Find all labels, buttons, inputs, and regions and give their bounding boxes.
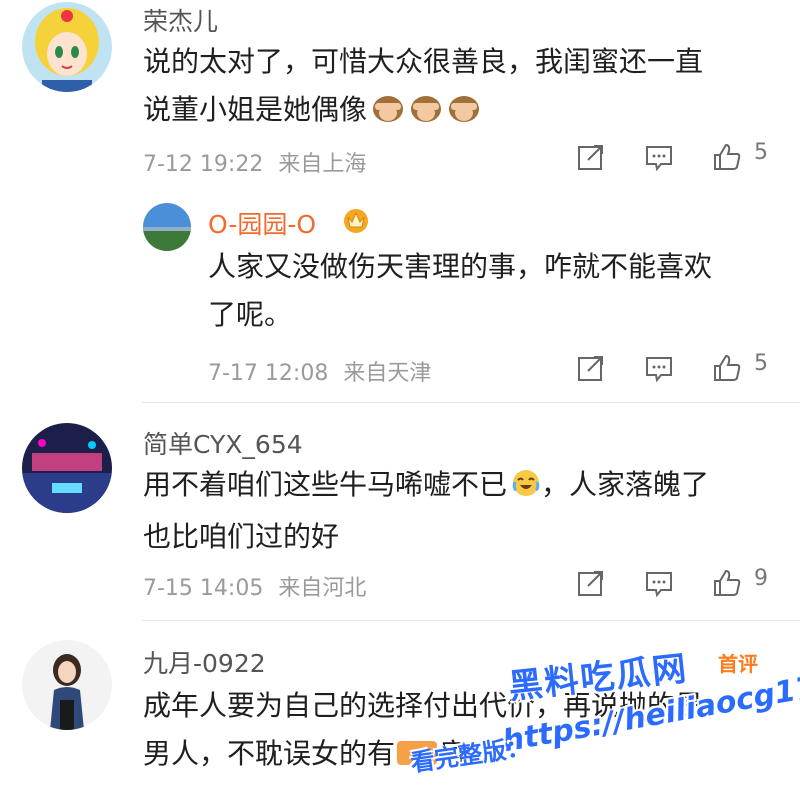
reply-text-line: 了呢。 xyxy=(208,298,293,331)
comment-button[interactable] xyxy=(644,568,674,600)
comment-text: 说的太对了，可惜大众很善良，我闺蜜还一直 说董小姐是她偶像 xyxy=(143,38,783,138)
thumbs-up-icon xyxy=(714,354,741,381)
comment-meta: 7-15 14:05 来自河北 xyxy=(143,570,366,602)
comment-text: 用不着咱们这些牛马唏嘘不已 ，人家落魄了 也比咱们过的好 xyxy=(143,461,783,561)
see-no-evil-monkey-emoji-icon xyxy=(447,90,481,138)
comment-1: 荣杰儿 说的太对了，可惜大众很善良，我闺蜜还一直 说董小姐是她偶像 7-12 1… xyxy=(0,0,800,200)
comment-meta: 7-12 19:22 来自上海 xyxy=(143,146,366,178)
share-button[interactable] xyxy=(576,568,606,600)
like-button[interactable]: 5 xyxy=(712,351,768,385)
like-count: 9 xyxy=(754,566,768,591)
like-button[interactable]: 5 xyxy=(712,140,768,174)
first-comment-badge: 首评 xyxy=(718,652,758,676)
comment-text-fragment: ，人家落魄了 xyxy=(541,468,710,501)
reply-actions: 5 xyxy=(576,351,800,385)
location: 来自上海 xyxy=(278,152,367,177)
thumbs-up-icon xyxy=(714,143,741,170)
comment-icon xyxy=(646,146,672,172)
see-no-evil-monkey-emoji-icon xyxy=(371,90,405,138)
comment-text-fragment: 用不着咱们这些牛马唏嘘不已 xyxy=(143,468,508,501)
divider xyxy=(142,620,800,621)
comment-button[interactable] xyxy=(644,142,674,174)
reply-username[interactable]: O-园园-O xyxy=(208,205,316,241)
avatar[interactable] xyxy=(22,2,112,92)
comment-text-fragment: 说董小姐是她偶像 xyxy=(143,93,368,126)
comment-button[interactable] xyxy=(644,353,674,385)
comment-text-fragment: 男人，不耽误女的有 xyxy=(143,737,396,770)
comment-actions: 5 xyxy=(576,140,800,174)
see-no-evil-monkey-emoji-icon xyxy=(409,90,443,138)
thumbs-up-icon xyxy=(714,569,741,596)
comment-text-line: 也比咱们过的好 xyxy=(143,520,340,553)
share-button[interactable] xyxy=(576,353,606,385)
reply: O-园园-O 人家又没做伤天害理的事，咋就不能喜欢 了呢。 7-17 12:08… xyxy=(0,195,800,395)
divider xyxy=(142,402,800,403)
share-icon xyxy=(578,356,603,381)
username[interactable]: 简单CYX_654 xyxy=(143,425,303,461)
timestamp: 7-17 12:08 xyxy=(208,361,329,386)
reply-text: 人家又没做伤天害理的事，咋就不能喜欢 了呢。 xyxy=(208,243,788,339)
username[interactable]: 荣杰儿 xyxy=(143,2,218,38)
reply-meta: 7-17 12:08 来自天津 xyxy=(208,355,431,387)
location: 来自河北 xyxy=(278,576,367,601)
like-button[interactable]: 9 xyxy=(712,566,768,600)
comment-icon xyxy=(646,357,672,383)
avatar[interactable] xyxy=(143,203,191,251)
like-count: 5 xyxy=(754,351,768,376)
comment-actions: 9 xyxy=(576,566,800,600)
timestamp: 7-15 14:05 xyxy=(143,576,264,601)
avatar[interactable] xyxy=(22,423,112,513)
share-icon xyxy=(578,571,603,596)
comment-text-line: 说董小姐是她偶像 xyxy=(143,86,783,138)
location: 来自天津 xyxy=(343,361,432,386)
avatar[interactable] xyxy=(22,640,112,730)
comment-text-line: 说的太对了，可惜大众很善良，我闺蜜还一直 xyxy=(143,45,704,78)
reply-text-line: 人家又没做伤天害理的事，咋就不能喜欢 xyxy=(208,250,713,283)
comment-icon xyxy=(646,572,672,598)
comment-2: 简单CYX_654 用不着咱们这些牛马唏嘘不已 ，人家落魄了 也比咱们过的好 7-… xyxy=(0,415,800,615)
timestamp: 7-12 19:22 xyxy=(143,152,264,177)
crown-badge-icon xyxy=(340,203,372,239)
like-count: 5 xyxy=(754,140,768,165)
username[interactable]: 九月-0922 xyxy=(143,644,266,680)
share-icon xyxy=(578,145,603,170)
crying-laughing-emoji-icon xyxy=(511,465,541,513)
share-button[interactable] xyxy=(576,142,606,174)
comment-text-line: 用不着咱们这些牛马唏嘘不已 ，人家落魄了 xyxy=(143,461,783,513)
